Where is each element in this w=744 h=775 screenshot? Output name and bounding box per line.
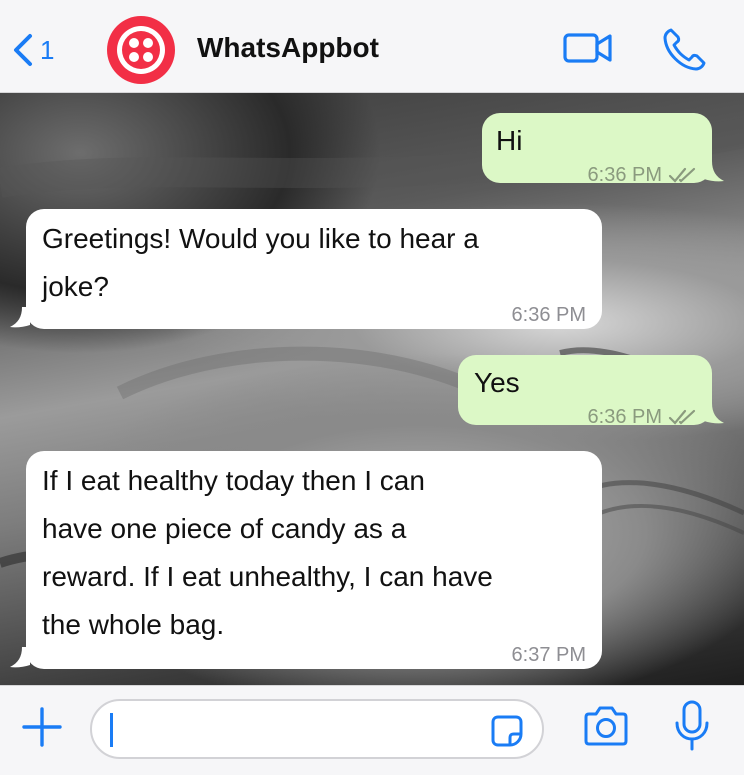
message-text: Hi [496,125,523,156]
message-time-label: 6:37 PM [511,644,586,666]
avatar[interactable] [107,16,175,84]
plus-icon[interactable] [20,705,64,749]
unread-count: 1 [40,34,55,65]
video-camera-icon[interactable] [562,26,614,70]
microphone-icon[interactable] [672,699,712,753]
composer-bar [0,685,744,775]
chevron-left-icon [14,34,32,66]
bubble-tail [704,403,724,424]
message-time-label: 6:36 PM [511,304,586,326]
message-text-line: If I eat healthy today then I can [42,465,425,496]
camera-icon[interactable] [582,703,630,751]
chat-header: 1 WhatsAppbot [0,0,744,93]
message-text-line: reward. If I eat unhealthy, I can have [42,561,493,592]
message-text-line: have one piece of candy as a [42,513,407,544]
message-outgoing[interactable]: Hi 6:36 PM [482,113,712,186]
bubble-tail [704,161,724,182]
bubble-tail [10,647,30,668]
back-button[interactable]: 1 [10,30,54,70]
message-text-line: Greetings! Would you like to hear a [42,223,479,254]
contact-name[interactable]: WhatsAppbot [197,32,379,64]
message-text-line: the whole bag. [42,609,225,640]
chat-background[interactable]: Hi 6:36 PM Greetings! Would you like to … [0,93,744,685]
message-incoming[interactable]: Greetings! Would you like to hear a joke… [26,209,602,329]
twilio-logo-icon [107,16,175,84]
message-text: Yes [474,367,520,398]
message-time-label: 6:36 PM [587,406,662,428]
message-time-label: 6:36 PM [587,164,662,186]
phone-icon[interactable] [662,26,708,72]
message-input[interactable] [90,699,544,759]
message-incoming[interactable]: If I eat healthy today then I can have o… [26,451,602,669]
double-check-icon [668,167,696,183]
bubble-tail [10,307,30,328]
message-time: 6:36 PM [588,151,698,199]
sticker-icon[interactable] [490,714,524,748]
message-time: 6:36 PM [588,393,698,441]
double-check-icon [668,409,696,425]
text-caret [110,713,113,747]
message-text-line: joke? [42,271,109,302]
message-outgoing[interactable]: Yes 6:36 PM [458,355,712,428]
